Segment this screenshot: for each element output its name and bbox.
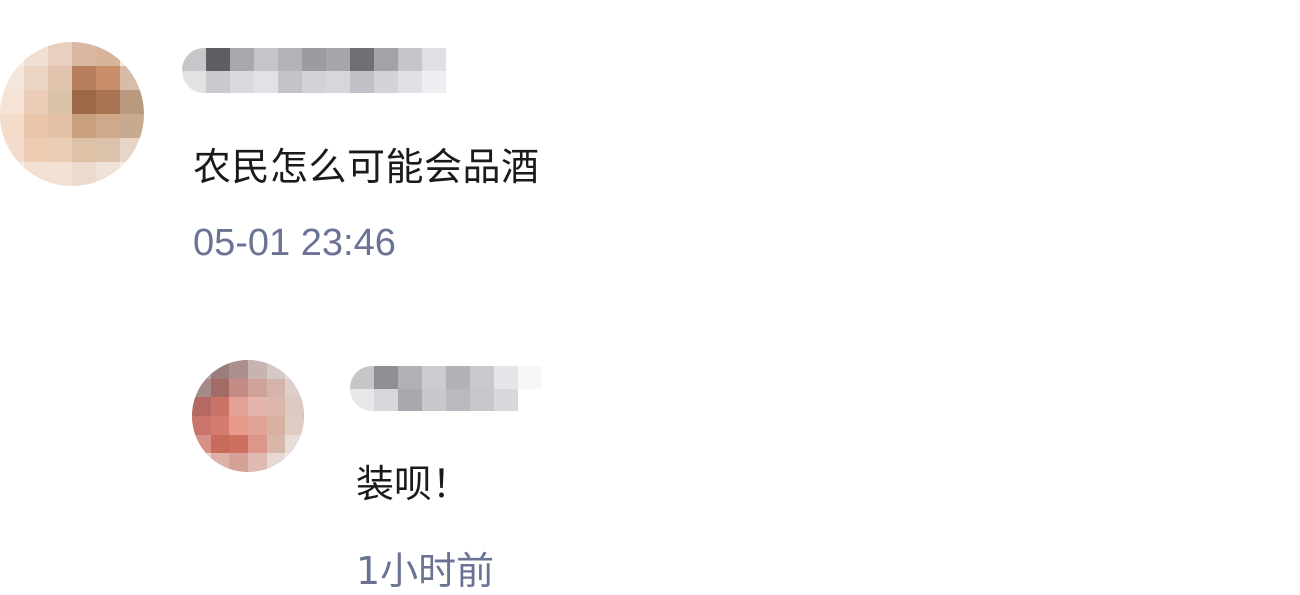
- pixelated-avatar-icon: [192, 360, 304, 472]
- comment-timestamp: 1小时前: [356, 549, 495, 593]
- comment-text: 农民怎么可能会品酒: [193, 145, 540, 189]
- pixelated-avatar-icon: [0, 42, 144, 186]
- avatar[interactable]: [0, 42, 144, 186]
- comment-timestamp: 05-01 23:46: [193, 222, 396, 264]
- username-redacted[interactable]: [182, 48, 446, 93]
- username-redacted[interactable]: [350, 366, 542, 411]
- avatar[interactable]: [192, 360, 304, 472]
- comment-text: 装呗！: [356, 462, 471, 506]
